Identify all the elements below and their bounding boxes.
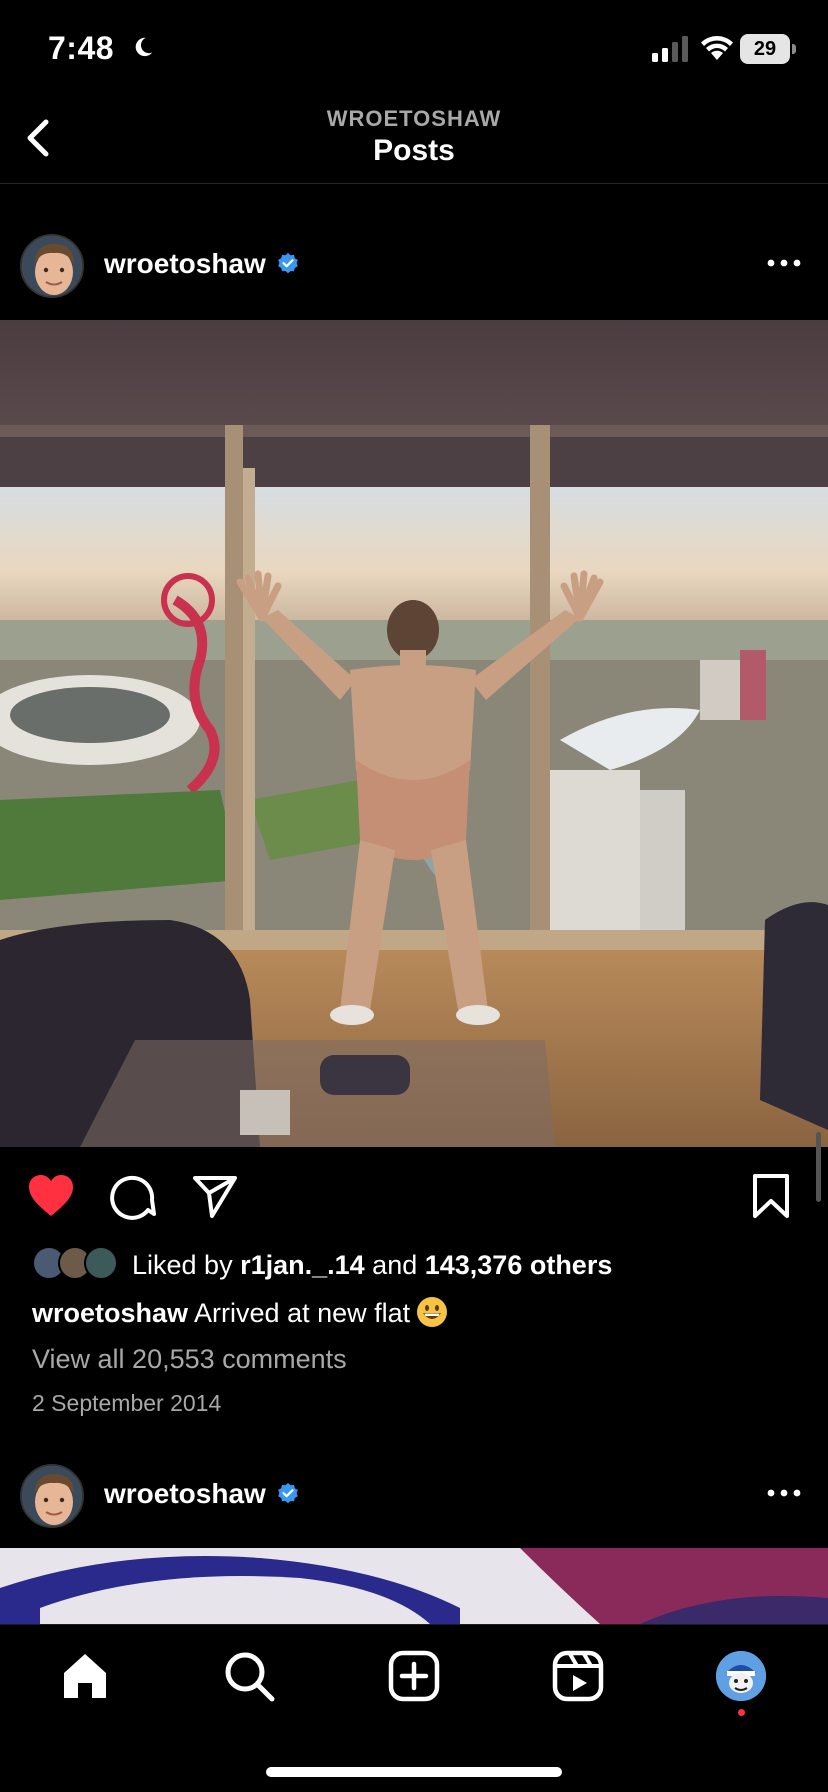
- plus-square-icon[interactable]: [387, 1649, 441, 1703]
- heart-filled-icon[interactable]: [26, 1172, 76, 1220]
- liker-avatars: [32, 1246, 120, 1282]
- liked-by-prefix: Liked by: [132, 1250, 241, 1280]
- liked-by-count[interactable]: 143,376 others: [425, 1250, 613, 1280]
- caption-username[interactable]: wroetoshaw: [32, 1298, 188, 1328]
- home-indicator[interactable]: [266, 1767, 562, 1777]
- account-name-label: WROETOSHAW: [326, 106, 502, 131]
- next-post-header: wroetoshaw: [0, 1452, 828, 1540]
- grinning-face-emoji: [417, 1297, 448, 1327]
- bookmark-icon[interactable]: [746, 1172, 796, 1220]
- battery-level: 29: [740, 34, 790, 64]
- likes-summary: Liked by r1jan._.14 and 143,376 others: [132, 1250, 612, 1281]
- wifi-icon: [701, 36, 733, 60]
- battery-nub: [792, 44, 796, 54]
- post-caption: wroetoshaw Arrived at new flat: [32, 1296, 448, 1329]
- post-image[interactable]: [0, 320, 828, 1147]
- next-post-image[interactable]: [0, 1548, 828, 1624]
- liked-by-user[interactable]: r1jan._.14: [240, 1250, 365, 1280]
- verified-badge-icon: [278, 253, 298, 274]
- reels-icon[interactable]: [551, 1649, 605, 1703]
- send-icon[interactable]: [190, 1172, 240, 1220]
- battery-indicator: 29: [740, 34, 796, 64]
- status-bar: 7:48 29: [0, 0, 828, 96]
- moon-icon: [135, 37, 153, 57]
- liker-avatar: [84, 1246, 118, 1280]
- more-horizontal-icon[interactable]: [766, 1486, 802, 1500]
- post-username[interactable]: wroetoshaw: [104, 248, 266, 280]
- notification-dot: [738, 1709, 745, 1716]
- avatar[interactable]: [20, 1464, 84, 1528]
- post-actions-bar: [0, 1168, 828, 1224]
- page-title: Posts: [373, 134, 455, 167]
- verified-badge-icon: [278, 1483, 298, 1504]
- more-horizontal-icon[interactable]: [766, 256, 802, 270]
- next-post-username[interactable]: wroetoshaw: [104, 1478, 266, 1510]
- liked-by-middle: and: [364, 1250, 425, 1280]
- comment-icon[interactable]: [108, 1172, 158, 1220]
- caption-text: Arrived at new flat: [194, 1298, 411, 1328]
- post-date: 2 September 2014: [32, 1390, 222, 1416]
- post-header: wroetoshaw: [0, 222, 828, 310]
- likes-row[interactable]: Liked by r1jan._.14 and 143,376 others: [32, 1244, 812, 1284]
- status-time: 7:48: [48, 30, 115, 66]
- avatar[interactable]: [20, 234, 84, 298]
- profile-avatar[interactable]: [716, 1651, 766, 1701]
- view-comments-link[interactable]: View all 20,553 comments: [32, 1344, 347, 1375]
- cellular-signal-icon: [652, 36, 688, 62]
- top-nav-bar: WROETOSHAW Posts: [0, 96, 828, 184]
- home-icon[interactable]: [58, 1649, 112, 1703]
- bottom-tab-bar: [0, 1624, 828, 1792]
- search-icon[interactable]: [222, 1649, 276, 1703]
